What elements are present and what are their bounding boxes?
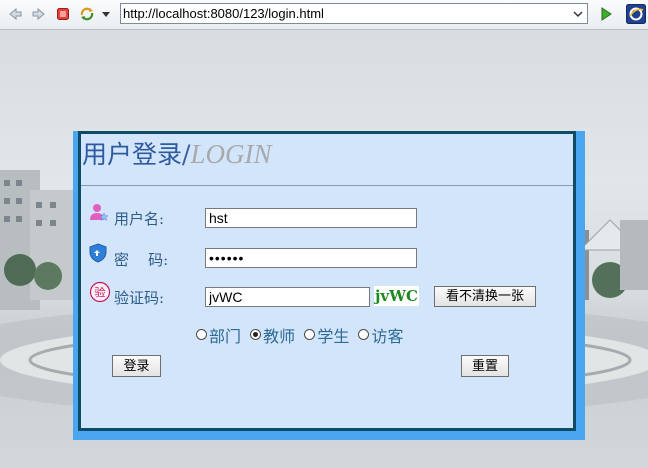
go-icon[interactable] [598, 6, 614, 22]
role-radio-group: 部门 教师 学生 访客 [196, 323, 408, 347]
role-radio-department[interactable]: 部门 [196, 323, 245, 347]
captcha-image[interactable]: jvWC [374, 286, 419, 306]
dropdown-icon[interactable] [101, 6, 111, 22]
title-divider [81, 185, 573, 186]
chevron-down-icon[interactable] [571, 6, 585, 21]
page-title: 用户登录/LOGIN [82, 137, 271, 171]
refresh-icon[interactable] [79, 6, 95, 22]
captcha-input[interactable] [205, 287, 370, 307]
title-chinese: 用户登录 [82, 140, 183, 169]
role-radio-visitor[interactable]: 访客 [358, 323, 407, 347]
url-input[interactable] [123, 5, 563, 22]
user-icon [89, 202, 109, 222]
captcha-label: 验证码: [114, 289, 165, 307]
login-button[interactable]: 登录 [112, 355, 161, 377]
radio-label: 教师 [263, 327, 296, 346]
radio-button[interactable] [304, 328, 316, 340]
address-bar[interactable] [120, 3, 588, 24]
role-radio-teacher[interactable]: 教师 [250, 323, 299, 347]
password-input[interactable] [205, 248, 417, 268]
title-english: LOGIN [190, 139, 272, 169]
username-input[interactable] [205, 208, 417, 228]
stop-icon[interactable] [55, 6, 71, 22]
radio-label: 学生 [317, 327, 350, 346]
svg-text:验: 验 [95, 285, 106, 299]
role-radio-student[interactable]: 学生 [304, 323, 353, 347]
radio-button[interactable] [196, 328, 207, 340]
password-label: 密 码: [114, 251, 169, 269]
reset-button[interactable]: 重置 [461, 355, 509, 377]
back-icon[interactable] [7, 6, 23, 22]
forward-icon[interactable] [31, 6, 47, 22]
radio-button[interactable] [358, 328, 370, 340]
shield-icon [88, 243, 108, 263]
login-panel [78, 131, 576, 431]
username-label: 用户名: [114, 210, 165, 228]
browser-toolbar [0, 0, 648, 30]
radio-button-selected[interactable] [250, 328, 262, 340]
ie-logo-icon[interactable] [626, 4, 646, 24]
radio-label: 部门 [209, 327, 242, 346]
refresh-captcha-button[interactable]: 看不清换一张 [434, 286, 536, 307]
captcha-icon: 验 [89, 281, 111, 303]
radio-label: 访客 [371, 327, 404, 346]
